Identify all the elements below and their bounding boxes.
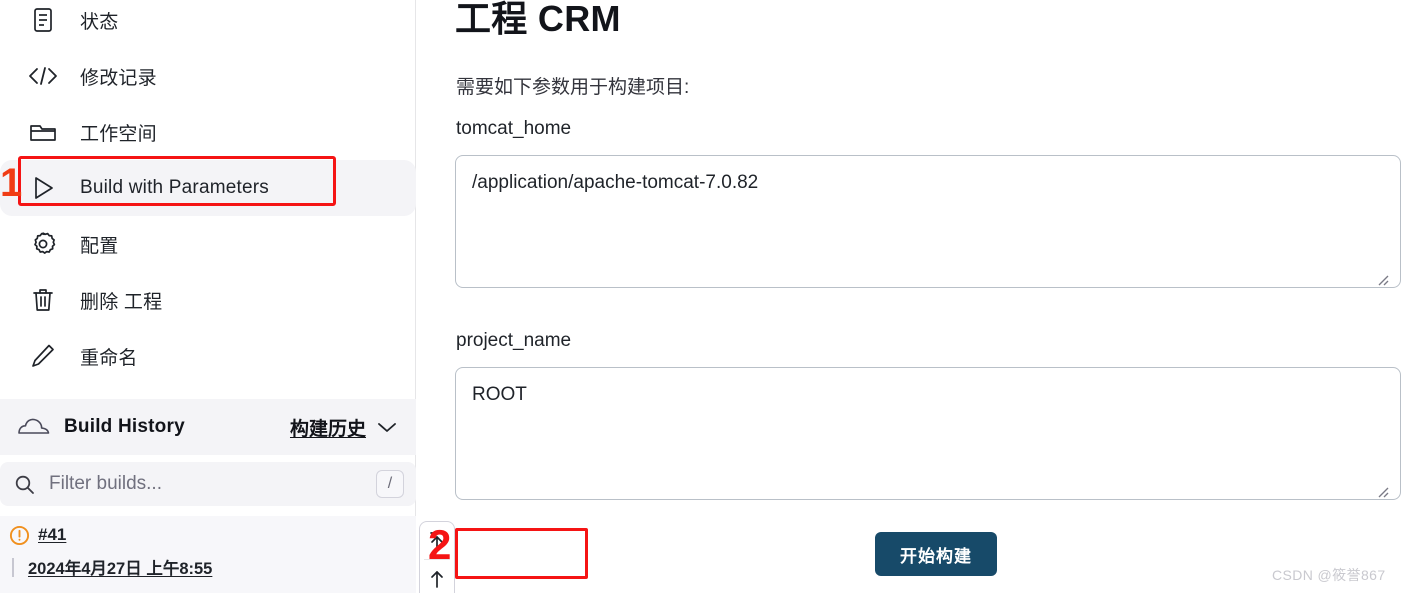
annotation-number-2: 2 [428, 521, 452, 568]
sidebar-nav-list: 状态 修改记录 工作空间 Build with Parameters 配置 删除… [0, 0, 416, 384]
watermark: CSDN @筱誉867 [1272, 567, 1386, 583]
parameter-input-project-name[interactable] [455, 367, 1401, 500]
search-icon [14, 474, 35, 495]
chevron-down-icon[interactable] [376, 420, 398, 434]
timeline-bar [12, 557, 14, 577]
document-icon [26, 3, 60, 37]
filter-builds-placeholder: Filter builds... [49, 473, 162, 494]
sidebar-item-configure[interactable]: 配置 [0, 216, 416, 272]
sidebar-item-label: Build with Parameters [80, 177, 269, 198]
build-history-controls: 构建历史 [290, 414, 398, 441]
jenkins-build-with-parameters-page: 状态 修改记录 工作空间 Build with Parameters 配置 删除… [0, 0, 1401, 593]
sidebar-item-label: 配置 [80, 235, 119, 257]
parameters-intro-text: 需要如下参数用于构建项目: [456, 77, 690, 98]
build-history-item[interactable]: #41 2024年4月27日 上午8:55 [0, 516, 416, 593]
folder-icon [26, 115, 60, 149]
sidebar-item-label: 重命名 [80, 347, 138, 369]
sidebar: 状态 修改记录 工作空间 Build with Parameters 配置 删除… [0, 0, 416, 593]
parameter-label-tomcat-home: tomcat_home [456, 118, 572, 139]
parameter-input-tomcat-home[interactable] [455, 155, 1401, 288]
sidebar-item-build-with-parameters[interactable]: Build with Parameters [0, 160, 416, 216]
filter-builds-input[interactable]: Filter builds... / [0, 462, 416, 506]
sidebar-item-status[interactable]: 状态 [0, 0, 416, 48]
code-brackets-icon [26, 59, 60, 93]
sidebar-item-label: 工作空间 [80, 123, 157, 145]
cloud-icon [14, 416, 54, 438]
gear-icon [26, 227, 60, 261]
play-triangle-icon [26, 171, 60, 205]
pencil-icon [26, 339, 60, 373]
sidebar-item-changes[interactable]: 修改记录 [0, 48, 416, 104]
sidebar-item-label: 删除 工程 [80, 291, 163, 313]
build-history-header[interactable]: Build History 构建历史 [0, 399, 416, 455]
sidebar-item-label: 修改记录 [80, 67, 157, 89]
build-history-title-cn[interactable]: 构建历史 [290, 414, 366, 441]
warning-circle-icon [8, 524, 30, 546]
sidebar-item-delete-project[interactable]: 删除 工程 [0, 272, 416, 328]
slash-shortcut-badge: / [376, 470, 404, 498]
build-timestamp-link[interactable]: 2024年4月27日 上午8:55 [28, 555, 212, 579]
parameter-label-project-name: project_name [456, 330, 572, 351]
start-build-button[interactable]: 开始构建 [875, 532, 997, 576]
build-history-title: Build History [64, 416, 185, 437]
sidebar-item-label: 状态 [80, 11, 119, 33]
page-title: 工程 CRM [455, 0, 621, 39]
build-number-link[interactable]: #41 [38, 525, 66, 545]
build-history-item-header: #41 [8, 524, 416, 546]
build-history-item-timestamp-row: 2024年4月27日 上午8:55 [8, 555, 416, 579]
trash-icon [26, 283, 60, 317]
main-content: 工程 CRM 需要如下参数用于构建项目: tomcat_home project… [416, 0, 1401, 593]
sidebar-item-rename[interactable]: 重命名 [0, 328, 416, 384]
annotation-number-1: 1 [0, 161, 23, 205]
sidebar-item-workspace[interactable]: 工作空间 [0, 104, 416, 160]
